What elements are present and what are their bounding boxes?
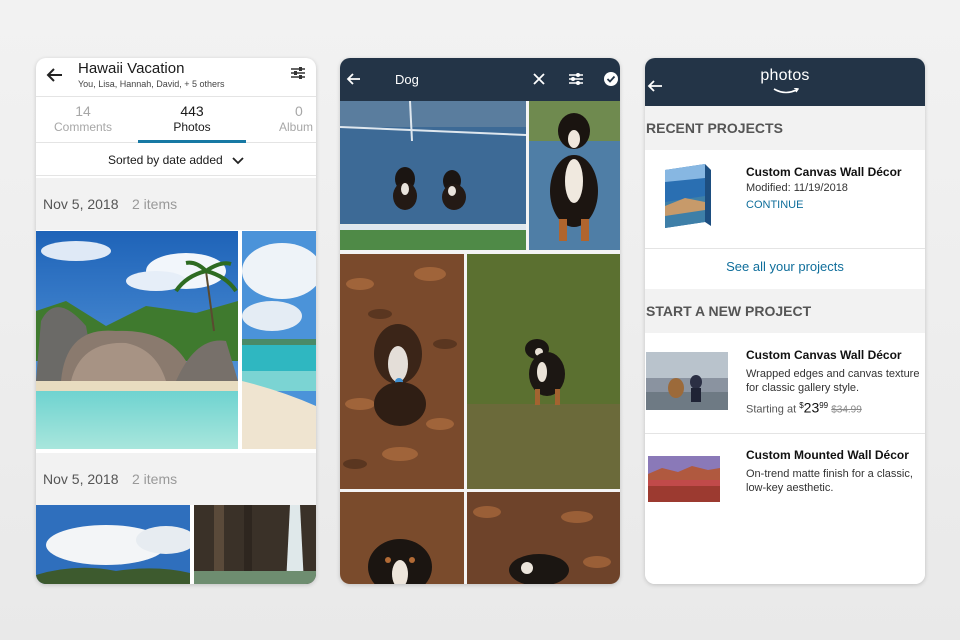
beach-shore-photo — [242, 231, 316, 449]
new-project-heading: START A NEW PROJECT — [645, 289, 925, 333]
sort-dropdown[interactable]: Sorted by date added — [36, 144, 316, 176]
dog-closeup-photo — [340, 492, 464, 584]
product-title: Custom Mounted Wall Décor — [746, 448, 909, 462]
check-confirm-icon[interactable] — [603, 71, 619, 87]
product-desc-line2: low-key aesthetic. — [746, 482, 834, 494]
recent-project-title: Custom Canvas Wall Décor — [746, 165, 902, 179]
product-thumbnail — [646, 352, 728, 410]
see-all-projects-link[interactable]: See all your projects — [645, 249, 925, 289]
product-price-row: Starting at $2399 $34.99 — [746, 399, 862, 418]
dog-in-leaves-photo — [340, 254, 464, 489]
search-bar: Dog — [340, 58, 620, 101]
album-members: You, Lisa, Hannah, David, + 5 others — [78, 79, 225, 89]
group-date: Nov 5, 2018 — [43, 471, 119, 487]
group-date: Nov 5, 2018 — [43, 196, 119, 212]
tab-comments-count: 14 — [75, 103, 91, 119]
album-tabs: 14 Comments 443 Photos 0 Album — [36, 96, 316, 143]
tab-photos[interactable]: 443 Photos — [142, 103, 242, 134]
tab-album[interactable]: 0 Album — [251, 103, 316, 134]
album-screen: Hawaii Vacation You, Lisa, Hannah, David… — [36, 58, 316, 584]
photo-thumbnail[interactable] — [36, 231, 238, 449]
photo-thumbnail[interactable] — [340, 492, 464, 584]
projects-screen: photos RECENT PROJECTS Custom Canvas Wal… — [645, 58, 925, 584]
chevron-down-icon — [232, 157, 244, 165]
continue-link[interactable]: CONTINUE — [746, 198, 803, 212]
photo-thumbnail[interactable] — [36, 505, 190, 584]
photo-thumbnail[interactable] — [467, 492, 620, 584]
canvas-thumbnail — [665, 164, 711, 228]
date-group-header: Nov 5, 2018 2 items — [36, 453, 316, 505]
tab-photos-label: Photos — [173, 120, 211, 134]
dogs-tennis-court-photo — [340, 101, 526, 250]
tab-comments[interactable]: 14 Comments — [36, 103, 133, 134]
waterfall-forest-photo — [194, 505, 316, 584]
group-count: 2 items — [132, 196, 178, 212]
tab-album-count: 0 — [295, 103, 303, 119]
search-results-screen: Dog — [340, 58, 620, 584]
back-arrow-icon[interactable] — [44, 64, 66, 86]
clear-search-icon[interactable] — [531, 71, 547, 87]
group-count: 2 items — [132, 471, 178, 487]
tab-photos-count: 443 — [180, 103, 204, 119]
price-prefix: Starting at — [746, 403, 797, 416]
price-cents: 99 — [819, 401, 829, 410]
product-thumbnail — [648, 456, 720, 502]
recent-project-modified: Modified: 11/19/2018 — [746, 182, 848, 194]
product-desc-line1: Wrapped edges and canvas texture — [746, 368, 920, 380]
active-tab-indicator — [138, 140, 246, 143]
date-group-header: Nov 5, 2018 2 items — [36, 178, 316, 230]
product-card[interactable]: Custom Mounted Wall Décor On-trend matte… — [645, 434, 925, 584]
sort-label: Sorted by date added — [107, 153, 223, 167]
beach-rocks-photo — [36, 231, 238, 449]
list-price: $34.99 — [831, 404, 862, 416]
smile-logo-icon — [773, 88, 799, 94]
tab-comments-label: Comments — [53, 120, 112, 134]
product-card[interactable]: Custom Canvas Wall Décor Wrapped edges a… — [645, 333, 925, 433]
back-arrow-icon[interactable] — [346, 71, 362, 87]
search-query[interactable]: Dog — [395, 72, 419, 87]
photos-top-bar: photos — [645, 58, 925, 106]
dog-lying-leaves-photo — [467, 492, 620, 584]
photo-thumbnail[interactable] — [340, 101, 526, 250]
see-all-projects-label: See all your projects — [726, 259, 844, 274]
price-whole: 23 — [803, 399, 820, 416]
filter-settings-icon[interactable] — [568, 71, 584, 87]
photo-thumbnail[interactable] — [340, 254, 464, 489]
product-desc-line1: On-trend matte finish for a classic, — [746, 468, 913, 480]
photo-thumbnail[interactable] — [467, 254, 620, 489]
photos-logo: photos — [760, 67, 810, 84]
album-title: Hawaii Vacation — [78, 60, 185, 77]
dog-sitting-court-photo — [529, 101, 620, 250]
photo-thumbnail[interactable] — [242, 231, 316, 449]
photo-thumbnail[interactable] — [194, 505, 316, 584]
recent-projects-heading: RECENT PROJECTS — [645, 106, 925, 150]
filter-settings-icon[interactable] — [290, 65, 306, 81]
tab-album-label: Album — [279, 120, 314, 134]
dog-on-grass-photo — [467, 254, 620, 489]
recent-project-card[interactable]: Custom Canvas Wall Décor Modified: 11/19… — [645, 150, 925, 248]
album-header: Hawaii Vacation You, Lisa, Hannah, David… — [36, 58, 316, 96]
product-title: Custom Canvas Wall Décor — [746, 348, 902, 362]
product-desc-line2: for classic gallery style. — [746, 382, 860, 394]
photo-thumbnail[interactable] — [529, 101, 620, 250]
clouds-landscape-photo — [36, 505, 190, 584]
